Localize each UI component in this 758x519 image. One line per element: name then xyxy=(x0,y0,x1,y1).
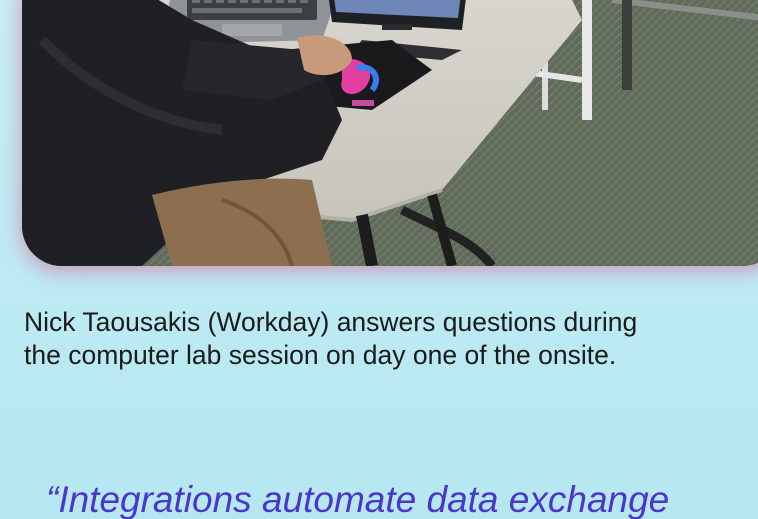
caption-line-2: the computer lab session on day one of t… xyxy=(24,340,617,370)
pull-quote: “Integrations automate data exchange xyxy=(46,479,670,519)
page: Nick Taousakis (Workday) answers questio… xyxy=(0,0,758,519)
photo-illustration xyxy=(22,0,758,266)
photo-caption: Nick Taousakis (Workday) answers questio… xyxy=(24,306,758,372)
caption-line-1: Nick Taousakis (Workday) answers questio… xyxy=(24,307,638,337)
event-photo xyxy=(22,0,758,266)
